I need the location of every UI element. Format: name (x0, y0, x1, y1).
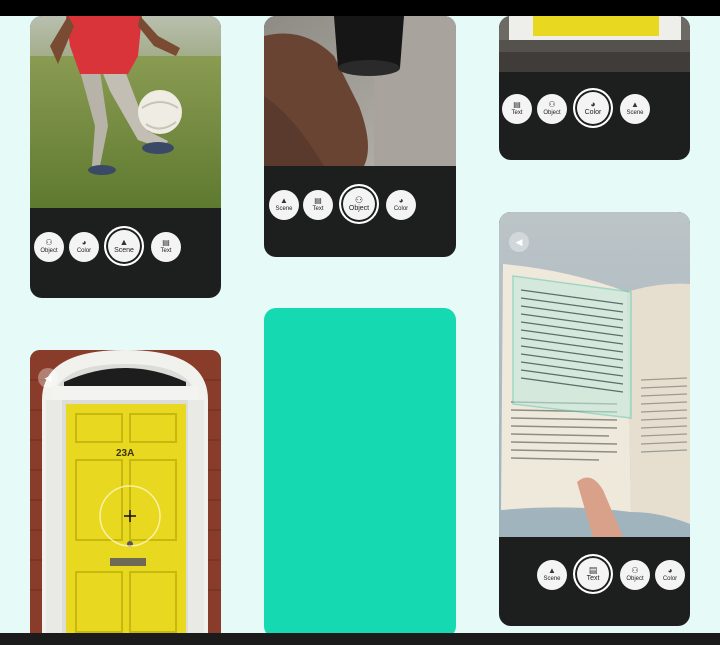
landscape-icon: ▲ (119, 237, 129, 247)
top-status-bar (0, 0, 720, 16)
phone-card-door: 23A ◀ (30, 350, 221, 638)
object-icon: ⚇ (45, 238, 53, 247)
chip-scene[interactable]: ▲ Scene (620, 94, 650, 124)
chip-text[interactable]: ▤ Text (303, 190, 333, 220)
palette-icon: ◕ (667, 566, 673, 575)
cup-photo (264, 16, 456, 166)
book-photo-image (499, 212, 690, 537)
palette-icon: ◕ (590, 99, 596, 109)
document-icon: ▤ (513, 100, 521, 109)
chip-scene[interactable]: ▲ Scene (104, 226, 144, 266)
landscape-icon: ▲ (631, 100, 639, 109)
back-arrow-icon[interactable]: ◀ (509, 232, 529, 252)
chip-object[interactable]: ⚇ Object (537, 94, 567, 124)
door-top-photo (499, 16, 690, 72)
phone-card-cup: ▲ Scene ▤ Text ⚇ Object ◕ Color (264, 16, 456, 257)
chip-text[interactable]: ▤ Text (151, 232, 181, 262)
door-top-photo-image (499, 16, 690, 72)
chip-object[interactable]: ⚇ Object (34, 232, 64, 262)
palette-icon: ◕ (398, 196, 404, 205)
phone-card-book: ◀ ▲ Scene ▤ Text ⚇ Object ◕ Color (499, 212, 690, 626)
chip-color[interactable]: ◕ Color (69, 232, 99, 262)
document-icon: ▤ (314, 196, 322, 205)
object-icon: ⚇ (354, 195, 364, 205)
document-icon: ▤ (588, 565, 598, 575)
door-photo-image (30, 350, 221, 638)
teal-card (264, 308, 456, 638)
football-photo-image (30, 16, 221, 208)
object-icon: ⚇ (631, 566, 639, 575)
book-photo (499, 212, 690, 537)
chip-color[interactable]: ◕ Color (573, 88, 613, 128)
chip-text[interactable]: ▤ Text (502, 94, 532, 124)
chip-text[interactable]: ▤ Text (573, 554, 613, 594)
chip-scene[interactable]: ▲ Scene (269, 190, 299, 220)
football-photo (30, 16, 221, 208)
phone-card-football: ⚇ Object ◕ Color ▲ Scene ▤ Text (30, 16, 221, 298)
phone-card-door-top: ▤ Text ⚇ Object ◕ Color ▲ Scene (499, 16, 690, 160)
door-photo: 23A (30, 350, 221, 638)
chip-color[interactable]: ◕ Color (386, 190, 416, 220)
document-icon: ▤ (162, 238, 170, 247)
landscape-icon: ▲ (548, 566, 556, 575)
chip-object[interactable]: ⚇ Object (339, 184, 379, 224)
palette-icon: ◕ (81, 238, 87, 247)
house-number: 23A (116, 448, 135, 459)
back-arrow-icon[interactable]: ◀ (38, 368, 58, 388)
chip-scene[interactable]: ▲ Scene (537, 560, 567, 590)
chip-object[interactable]: ⚇ Object (620, 560, 650, 590)
object-icon: ⚇ (548, 100, 556, 109)
cup-photo-image (264, 16, 456, 166)
bottom-bar (0, 633, 720, 645)
chip-color[interactable]: ◕ Color (655, 560, 685, 590)
landscape-icon: ▲ (280, 196, 288, 205)
